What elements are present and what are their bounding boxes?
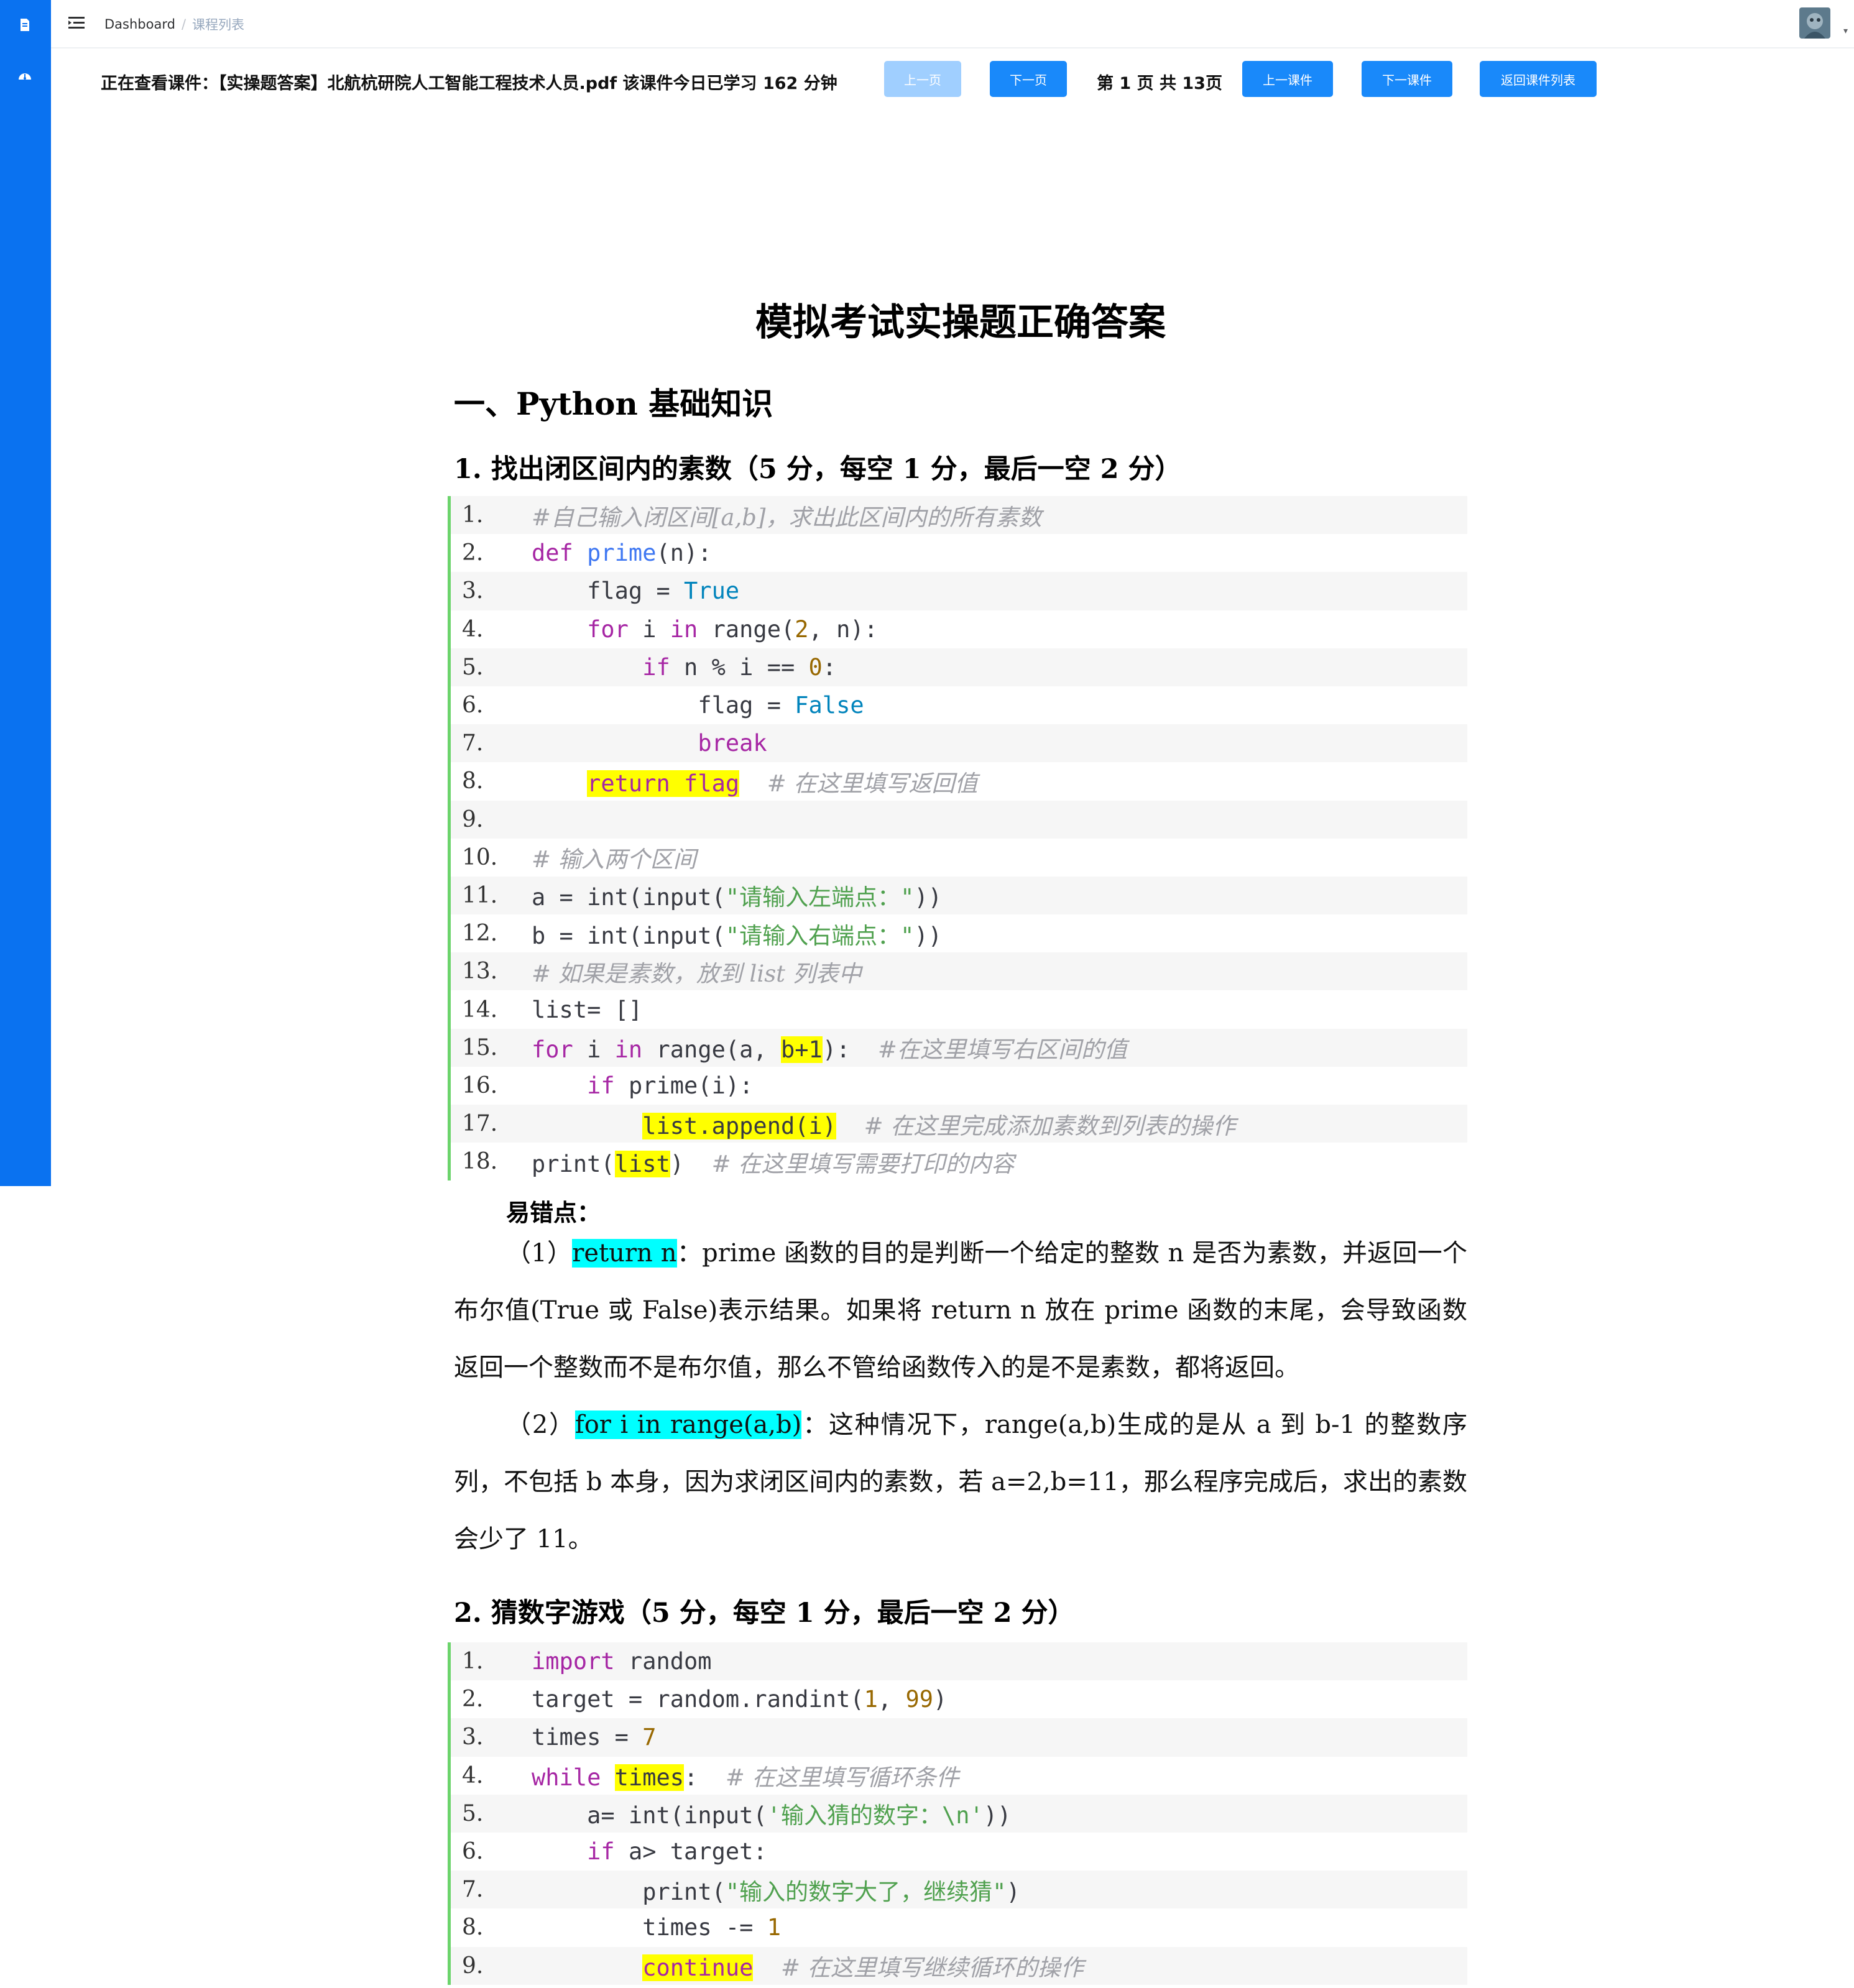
line-number: 7. — [462, 1877, 484, 1903]
answer-highlight: list.append(i) — [642, 1112, 837, 1139]
next-course-button[interactable]: 下一课件 — [1362, 61, 1452, 97]
line-number: 6. — [462, 693, 484, 719]
line-number: 6. — [462, 1839, 484, 1865]
breadcrumb-home[interactable]: Dashboard — [104, 17, 175, 32]
line-number: 7. — [462, 730, 484, 757]
line-number: 15. — [462, 1034, 498, 1061]
line-number: 16. — [462, 1072, 498, 1098]
code-line: 15. for i in range(a, b+1): #在这里填写右区间的值 — [451, 1028, 1467, 1067]
line-number: 1. — [462, 1649, 484, 1675]
code-line: 1. import random — [451, 1642, 1467, 1681]
line-number: 14. — [462, 996, 498, 1023]
answer-highlight: continue — [642, 1954, 754, 1982]
code-line: 10. # 输入两个区间 — [451, 839, 1467, 877]
line-number: 8. — [462, 768, 484, 794]
line-number: 12. — [462, 921, 498, 947]
code-block-2: 1. import random 2. target = random.randin… — [448, 1642, 1467, 1985]
line-number: 4. — [462, 616, 484, 642]
caret-down-icon[interactable]: ▾ — [1843, 26, 1848, 36]
line-number: 11. — [462, 882, 498, 908]
line-number: 8. — [462, 1915, 484, 1941]
note-paragraph-2: （2）for i in range(a,b)：这种情况下，range(a,b)生… — [454, 1410, 1468, 1553]
code-line: 3. times = 7 — [451, 1718, 1467, 1757]
next-page-button[interactable]: 下一页 — [990, 61, 1067, 97]
line-number: 9. — [462, 1953, 484, 1979]
breadcrumb-separator: / — [181, 17, 187, 32]
code-line: 8. return flag # 在这里填写返回值 — [451, 762, 1467, 800]
note-label: 易错点： — [506, 1199, 601, 1226]
breadcrumb-current: 课程列表 — [192, 17, 245, 32]
code-line: 6. if a> target: — [451, 1833, 1467, 1871]
line-number: 13. — [462, 959, 498, 985]
sidebar — [0, 0, 51, 1186]
breadcrumb: Dashboard / 课程列表 — [104, 15, 244, 34]
line-number: 2. — [462, 1687, 484, 1713]
code-line: 9. — [451, 800, 1467, 839]
line-number: 5. — [462, 1800, 484, 1826]
code-line: 16. if prime(i): — [451, 1067, 1467, 1105]
dashboard-icon[interactable] — [16, 70, 34, 85]
answer-highlight: return flag — [587, 770, 740, 797]
code-line: 17. list.append(i) # 在这里完成添加素数到列表的操作 — [451, 1105, 1467, 1143]
code-line: 1. #自己输入闭区间[a,b]，求出此区间内的所有素数 — [451, 496, 1467, 535]
code-line: 14. list= [] — [451, 990, 1467, 1028]
code-line: 7. print("输入的数字大了，继续猜") — [451, 1871, 1467, 1909]
code-line: 5. a= int(input('输入猜的数字：\n')) — [451, 1794, 1467, 1833]
note-paragraph-1: （1）return n：prime 函数的目的是判断一个给定的整数 n 是否为素… — [454, 1239, 1468, 1382]
menu-toggle-icon[interactable] — [67, 14, 86, 32]
line-number: 5. — [462, 654, 484, 680]
code-line: 11. a = int(input("请输入左端点：")) — [451, 876, 1467, 915]
answer-highlight: times — [614, 1764, 685, 1792]
code-line: 7. break — [451, 724, 1467, 763]
question-1-title: 1. 找出闭区间内的素数（5 分，每空 1 分，最后一空 2 分） — [454, 454, 1182, 485]
code-line: 4. for i in range(2, n): — [451, 610, 1467, 648]
line-number: 4. — [462, 1762, 484, 1788]
code-line: 12. b = int(input("请输入右端点：")) — [451, 914, 1467, 952]
code-line: 8. times -= 1 — [451, 1908, 1467, 1946]
code-line: 5. if n % i == 0: — [451, 648, 1467, 686]
viewing-info: 正在查看课件：【实操题答案】北航杭研院人工智能工程技术人员.pdf 该课件今日已… — [101, 74, 837, 93]
code-block-1: 1. #自己输入闭区间[a,b]，求出此区间内的所有素数 2. def prime(… — [448, 496, 1467, 1181]
prev-course-button[interactable]: 上一课件 — [1242, 61, 1333, 97]
line-number: 1. — [462, 502, 484, 528]
answer-highlight: list — [614, 1150, 670, 1177]
page-indicator: 第 1 页 共 13页 — [1097, 74, 1222, 93]
code-line: 3. flag = True — [451, 572, 1467, 610]
answer-highlight: b+1 — [780, 1036, 823, 1064]
code-line: 9. continue # 在这里填写继续循环的操作 — [451, 1946, 1467, 1985]
line-number: 3. — [462, 1724, 484, 1751]
line-number: 17. — [462, 1111, 498, 1137]
prev-page-button[interactable]: 上一页 — [884, 61, 961, 97]
line-number: 2. — [462, 540, 484, 566]
question-2-title: 2. 猜数字游戏（5 分，每空 1 分，最后一空 2 分） — [454, 1598, 1075, 1629]
line-number: 3. — [462, 578, 484, 604]
code-line: 13. # 如果是素数，放到 list 列表中 — [451, 952, 1467, 991]
line-number: 10. — [462, 844, 498, 870]
code-line: 4. while times: # 在这里填写循环条件 — [451, 1757, 1467, 1795]
line-number: 9. — [462, 806, 484, 832]
code-line: 18. print(list) # 在这里填写需要打印的内容 — [451, 1143, 1467, 1180]
line-number: 18. — [462, 1149, 498, 1175]
code-line: 2. target = random.randint(1, 99) — [451, 1680, 1467, 1718]
section-heading: 一、Python 基础知识 — [454, 385, 773, 422]
viewer-toolbar: 正在查看课件：【实操题答案】北航杭研院人工智能工程技术人员.pdf 该课件今日已… — [51, 60, 1854, 99]
code-line: 2. def prime(n): — [451, 534, 1467, 572]
document-icon[interactable] — [16, 17, 34, 32]
doc-title: 模拟考试实操题正确答案 — [755, 301, 1166, 344]
back-to-list-button[interactable]: 返回课件列表 — [1480, 61, 1597, 97]
avatar[interactable] — [1799, 7, 1830, 39]
code-line: 6. flag = False — [451, 686, 1467, 724]
top-navbar: Dashboard / 课程列表 ▾ — [51, 0, 1854, 48]
